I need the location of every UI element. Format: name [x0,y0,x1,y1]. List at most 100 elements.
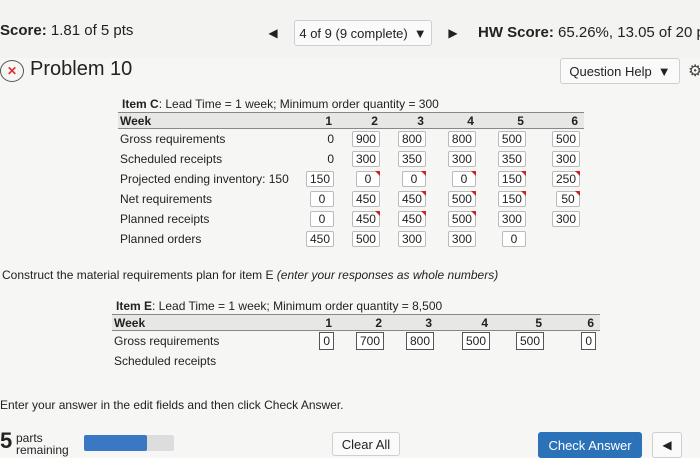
answer-cell: 450 [397,210,426,227]
answer-cell: 0 [355,170,380,187]
table-row: Projected ending inventory: 150 150 0 0 … [118,169,584,189]
clear-all-button[interactable]: Clear All [332,432,400,456]
table-row: Scheduled receipts [112,351,600,371]
item-e-table: Week 1 2 3 4 5 6 Gross requirements 0 70… [112,314,600,371]
answer-cell: 500 [551,130,580,147]
cell-value: 0 [327,151,334,166]
answer-cell: 500 [447,210,476,227]
chevron-down-icon: ▼ [657,63,671,79]
answer-cell: 800 [397,130,426,147]
week-3: 3 [383,112,430,129]
answer-cell: 300 [397,230,426,247]
answer-cell: 150 [305,170,334,187]
answer-cell: 300 [447,150,476,167]
answer-cell: 500 [351,230,380,247]
answer-cell: 0 [401,170,426,187]
check-answer-button[interactable]: Check Answer [538,432,642,458]
back-arrow-icon[interactable]: ◀ [652,432,682,458]
parts-remaining-label: parts remaining [16,431,69,457]
week-label: Week [112,314,298,331]
row-label: Planned receipts [120,211,210,226]
top-bar: Score: 1.81 of 5 pts ◀ 4 of 9 (9 complet… [0,0,700,58]
parts-remaining-count: 5 [0,428,13,453]
answer-cell: 450 [351,210,381,227]
answer-cell: 350 [497,150,526,167]
answer-cell: 0 [310,210,334,227]
week-6: 6 [548,314,600,331]
week-4: 4 [429,112,480,129]
input-field[interactable]: 500 [461,331,490,350]
row-label: Scheduled receipts [120,151,223,166]
instruction-text: Construct the material requirements plan… [2,268,499,282]
input-field[interactable]: 0 [581,331,596,350]
enter-answer-text: Enter your answer in the edit fields and… [0,398,344,412]
answer-cell: 300 [351,150,380,167]
week-4: 4 [438,314,494,331]
question-select[interactable]: 4 of 9 (9 complete) ▼ [294,20,432,46]
week-header-row: Week 1 2 3 4 5 6 [112,314,600,331]
week-label: Week [118,112,304,129]
week-3: 3 [388,314,438,331]
week-1: 1 [298,314,338,331]
answer-cell: 0 [501,230,526,247]
table-row: Planned receipts 0 450 450 500 300 300 [118,209,584,229]
answer-cell: 150 [497,170,526,187]
progress-fill [84,435,147,451]
answer-cell: 150 [497,190,526,207]
table-row: Planned orders 450 500 300 300 0 [118,229,584,249]
answer-cell: 0 [310,190,334,207]
question-select-label: 4 of 9 (9 complete) [299,25,408,41]
next-question-icon[interactable]: ▶ [442,22,464,44]
progress-bar [84,435,174,451]
answer-cell: 450 [305,230,334,247]
item-c-title: Item C: Lead Time = 1 week; Minimum orde… [122,97,439,111]
row-label: Gross requirements [114,333,220,348]
question-help-label: Question Help [569,63,652,79]
input-field[interactable]: 500 [515,331,544,350]
answer-cell: 250 [551,170,581,187]
answer-cell: 300 [497,210,526,227]
answer-cell: 300 [447,230,476,247]
week-header-row: Week 1 2 3 4 5 6 [118,112,584,129]
question-help-button[interactable]: Question Help ▼ [560,58,680,84]
problem-title: Problem 10 [30,58,133,80]
hw-score-display: HW Score: 65.26%, 13.05 of 20 p [478,24,700,41]
week-1: 1 [303,112,338,129]
row-label: Gross requirements [120,131,226,146]
row-label: Projected ending inventory: 150 [120,171,289,186]
row-label: Scheduled receipts [114,353,217,368]
table-row: Scheduled receipts 0 300 350 300 350 300 [118,149,584,169]
answer-cell: 800 [447,130,476,147]
row-label: Planned orders [120,231,202,246]
answer-cell: 300 [551,150,580,167]
table-row: Net requirements 0 450 450 500 150 50 [118,189,584,209]
answer-cell: 450 [397,190,426,207]
answer-cell: 50 [556,190,580,207]
answer-cell: 500 [497,130,526,147]
week-5: 5 [479,112,530,129]
chevron-down-icon: ▼ [413,25,427,41]
week-6: 6 [529,112,584,129]
partial-credit-icon: ✕ [0,60,24,82]
input-field[interactable]: 0 [319,331,334,350]
week-5: 5 [494,314,548,331]
item-e-title: Item E: Lead Time = 1 week; Minimum orde… [116,299,443,313]
settings-icon[interactable]: ⚙ [688,61,700,81]
answer-cell: 450 [351,190,380,207]
answer-cell: 0 [451,170,476,187]
answer-cell: 500 [447,190,476,207]
question-nav: ◀ 4 of 9 (9 complete) ▼ ▶ [262,20,464,46]
answer-cell: 300 [551,210,580,227]
week-2: 2 [338,314,388,331]
week-2: 2 [338,112,384,129]
problem-row: ✕ Problem 10 Question Help ▼ ⚙ [0,58,700,84]
prev-question-icon[interactable]: ◀ [262,22,284,44]
answer-cell: 350 [397,150,426,167]
score-display: Score: 1.81 of 5 pts [0,22,134,39]
input-field[interactable]: 700 [355,331,384,350]
table-row: Gross requirements 0 700 800 500 500 0 [112,331,600,351]
table-row: Gross requirements 0 900 800 800 500 500 [118,129,584,149]
row-label: Net requirements [120,191,213,206]
input-field[interactable]: 800 [405,331,434,350]
item-c-table: Week 1 2 3 4 5 6 Gross requirements 0 90… [118,112,584,249]
